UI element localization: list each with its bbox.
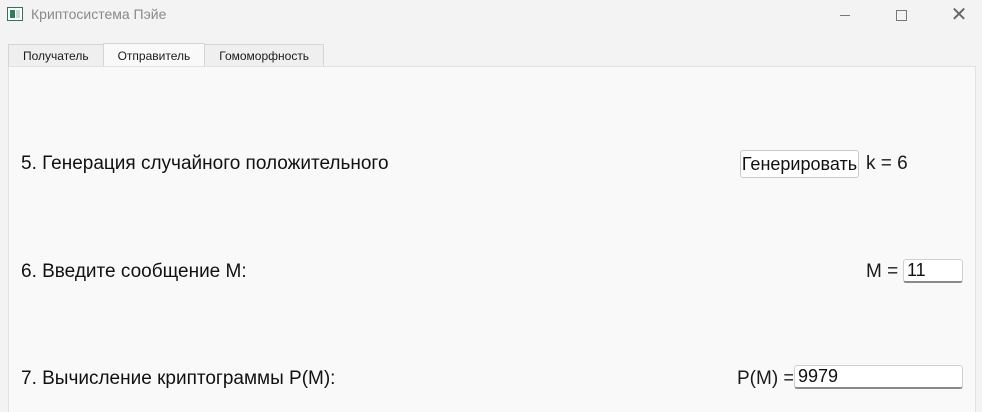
sender-tab-panel	[8, 66, 976, 412]
window-title: Криптосистема Пэйе	[31, 6, 167, 22]
tab-homomorphism[interactable]: Гомоморфность	[204, 44, 325, 67]
message-field-label: M =	[866, 261, 899, 282]
title-bar: Криптосистема Пэйе ✕	[0, 0, 982, 30]
message-input[interactable]	[903, 259, 963, 283]
tab-bar: Получатель Отправитель Гомоморфность	[8, 43, 325, 67]
cryptogram-field-label: P(M) =	[737, 368, 793, 389]
maximize-icon	[895, 9, 907, 21]
minimize-button[interactable]	[822, 0, 868, 30]
close-button[interactable]: ✕	[936, 0, 982, 30]
minimize-icon	[840, 14, 850, 16]
tab-receiver[interactable]: Получатель	[8, 44, 104, 67]
step5-label: 5. Генерация случайного положительного	[21, 153, 389, 174]
tab-sender[interactable]: Отправитель	[102, 43, 206, 67]
step6-label: 6. Введите сообщение M:	[21, 261, 247, 282]
generate-button[interactable]: Генерировать	[740, 150, 859, 178]
step7-label: 7. Вычисление криптограммы P(M):	[21, 368, 336, 389]
cryptogram-input[interactable]	[794, 365, 963, 389]
app-icon	[7, 7, 23, 21]
maximize-button[interactable]	[878, 0, 924, 30]
k-value-text: k = 6	[866, 153, 908, 174]
close-icon: ✕	[950, 4, 968, 26]
